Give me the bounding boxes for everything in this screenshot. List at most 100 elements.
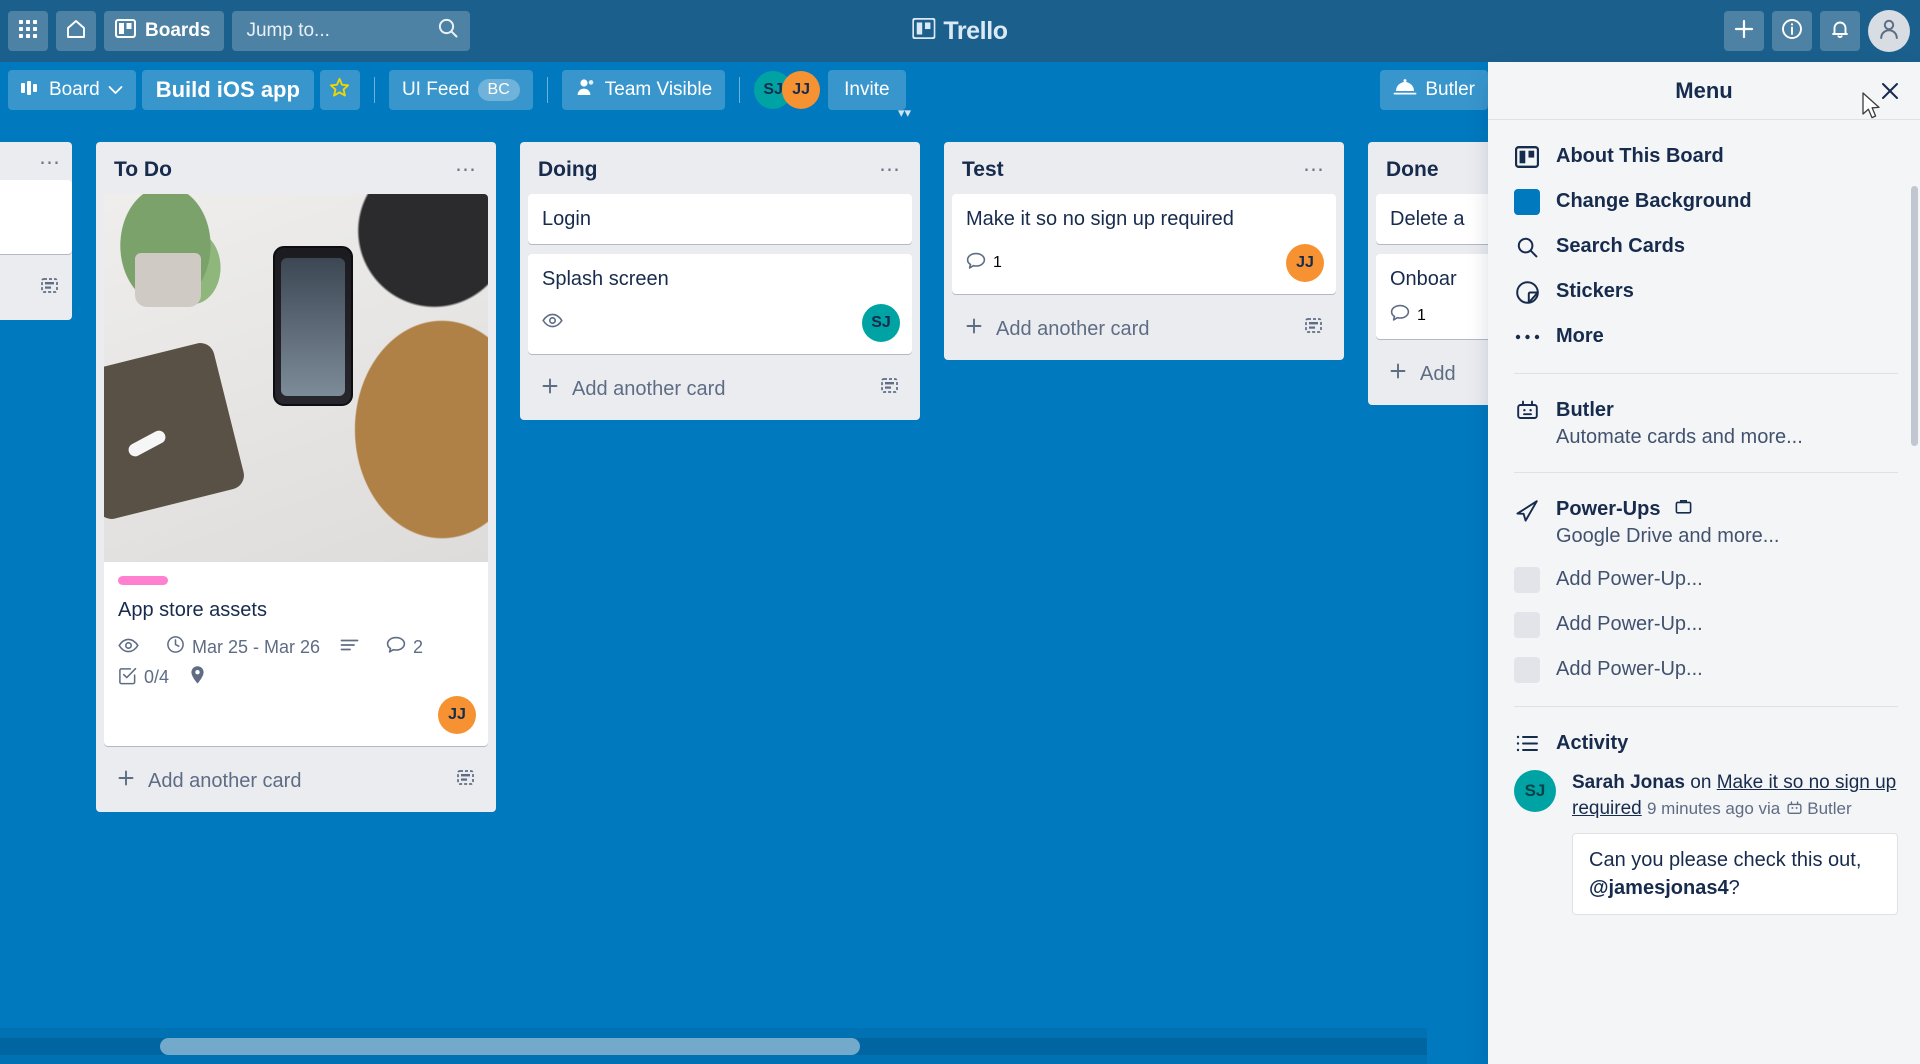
add-card-button[interactable] <box>0 264 72 312</box>
card-title: App store assets <box>118 599 267 621</box>
card-member-avatar[interactable]: SJ <box>862 304 900 342</box>
menu-item-label: Butler <box>1556 399 1614 421</box>
badge-watching <box>118 637 146 658</box>
star-board-button[interactable] <box>319 70 360 110</box>
menu-scrollbar[interactable] <box>1911 186 1918 446</box>
info-button[interactable] <box>1772 11 1812 51</box>
menu-item-about-this-board[interactable]: About This Board <box>1488 134 1920 179</box>
boards-button[interactable]: Boards <box>104 11 225 51</box>
chevron-down-icon <box>108 79 123 101</box>
activity-comment[interactable]: Can you please check this out, @jamesjon… <box>1572 832 1898 915</box>
menu-item-label: Stickers <box>1556 280 1634 302</box>
card-splash-screen[interactable]: Splash screen SJ <box>528 254 912 354</box>
menu-item-more[interactable]: More <box>1488 314 1920 359</box>
trello-logo[interactable]: Trello <box>911 17 1008 46</box>
list-partial-left: ⋯ <box>0 142 72 320</box>
add-card-label: Add <box>1420 362 1456 385</box>
comment-suffix: ? <box>1728 876 1740 899</box>
menu-item-label: About This Board <box>1556 145 1724 167</box>
account-avatar[interactable] <box>1868 10 1910 52</box>
horizontal-board-scrollbar[interactable] <box>0 1028 1427 1064</box>
menu-item-add-power-up-2[interactable]: Add Power-Up... <box>1488 602 1920 647</box>
list-header-test: Test ⋯ <box>952 150 1336 194</box>
home-icon <box>64 17 88 46</box>
eye-icon <box>118 637 139 658</box>
activity-content: Sarah Jonas on Make it so no sign up req… <box>1572 770 1898 915</box>
card-template-icon[interactable] <box>454 768 476 794</box>
activity-actor[interactable]: Sarah Jonas <box>1572 772 1685 793</box>
search-input[interactable]: Jump to... <box>232 11 471 51</box>
board-title[interactable]: Build iOS app <box>141 70 314 110</box>
menu-item-add-power-up-3[interactable]: Add Power-Up... <box>1488 647 1920 692</box>
card-app-store-assets[interactable]: App store assets Mar 25 - Mar 26 2 0/4 J… <box>104 194 488 746</box>
activity-connector: on <box>1690 772 1712 794</box>
card-title: Login <box>542 208 591 230</box>
menu-item-butler[interactable]: Butler Automate cards and more... <box>1488 388 1920 458</box>
comment-prefix: Can you please check this out, <box>1589 848 1862 871</box>
butler-button[interactable]: Butler <box>1380 70 1488 110</box>
card-template-icon[interactable] <box>878 376 900 402</box>
member-avatar-jj[interactable]: JJ <box>782 71 821 109</box>
badge-due-date-text: Mar 25 - Mar 26 <box>192 636 321 657</box>
card-no-sign-up-required[interactable]: Make it so no sign up required 1 JJ <box>952 194 1336 294</box>
invite-button[interactable]: Invite <box>828 70 906 110</box>
add-card-button-doing[interactable]: Add another card <box>528 364 912 412</box>
board-visibility-button[interactable]: Team Visible <box>561 70 726 110</box>
menu-item-label: Search Cards <box>1556 235 1685 257</box>
card-cover-image <box>104 194 488 562</box>
board-view-icon <box>21 79 41 101</box>
list-header-to-do: To Do ⋯ <box>104 150 488 194</box>
menu-item-search-cards[interactable]: Search Cards <box>1488 224 1920 269</box>
scrollbar-thumb[interactable] <box>160 1038 860 1055</box>
plus-icon <box>116 768 136 794</box>
card-label-pink[interactable] <box>118 576 168 585</box>
badge-comments: 1 <box>966 252 1002 275</box>
activity-entry: SJ Sarah Jonas on Make it so no sign up … <box>1488 766 1920 915</box>
menu-item-sublabel: Google Drive and more... <box>1556 525 1780 548</box>
top-navigation-bar: Boards Jump to... Trello <box>0 0 1920 62</box>
home-button[interactable] <box>56 11 96 51</box>
butler-label: Butler <box>1425 79 1475 100</box>
list-actions-icon[interactable]: ⋯ <box>879 159 902 180</box>
menu-item-add-power-up-1[interactable]: Add Power-Up... <box>1488 557 1920 602</box>
trello-board-app: Boards Jump to... Trello Board Build iOS… <box>0 0 1920 1064</box>
board-view-selector[interactable]: Board <box>8 70 136 110</box>
menu-item-power-ups[interactable]: Power-Ups Google Drive and more... <box>1488 487 1920 557</box>
plus-icon <box>1388 361 1408 387</box>
list-actions-icon[interactable]: ⋯ <box>39 152 62 173</box>
activity-avatar[interactable]: SJ <box>1514 770 1556 813</box>
comment-icon <box>966 252 986 275</box>
card-login[interactable]: Login <box>528 194 912 244</box>
apps-grid-button[interactable] <box>8 11 48 51</box>
menu-item-change-background[interactable]: Change Background <box>1488 179 1920 224</box>
card-labels <box>104 562 488 585</box>
card-member-avatar[interactable]: JJ <box>438 696 476 734</box>
list-header: ⋯ <box>0 150 72 180</box>
list-actions-icon[interactable]: ⋯ <box>1303 159 1326 180</box>
add-button[interactable] <box>1724 11 1764 51</box>
card-footer: SJ <box>528 304 912 354</box>
card-template-icon[interactable] <box>1302 316 1324 342</box>
badge-comments-text: 1 <box>993 254 1002 271</box>
list-actions-icon[interactable]: ⋯ <box>455 159 478 180</box>
info-icon <box>1779 16 1805 47</box>
power-ups-label: Power-Ups <box>1556 498 1661 520</box>
card[interactable] <box>0 180 72 254</box>
menu-section-activity: Activity <box>1488 721 1920 766</box>
clock-icon <box>166 635 185 659</box>
menu-item-stickers[interactable]: Stickers <box>1488 269 1920 314</box>
eye-icon <box>542 313 563 333</box>
comment-mention[interactable]: @jamesjonas4 <box>1589 877 1729 899</box>
add-card-left: Add another card <box>116 768 301 794</box>
card-template-icon[interactable] <box>38 276 60 302</box>
team-name-button[interactable]: UI Feed BC <box>388 70 533 110</box>
add-card-button-test[interactable]: Add another card <box>952 304 1336 352</box>
close-icon[interactable] <box>1874 75 1906 107</box>
notifications-button[interactable] <box>1820 11 1860 51</box>
empty-swatch-icon <box>1514 612 1540 639</box>
add-card-button-to-do[interactable]: Add another card <box>104 756 488 804</box>
badge-comments: 2 <box>386 636 423 659</box>
badge-due-date[interactable]: Mar 25 - Mar 26 <box>166 635 320 659</box>
card-member-avatar[interactable]: JJ <box>1286 244 1324 282</box>
list-header-doing: Doing ⋯ <box>528 150 912 194</box>
